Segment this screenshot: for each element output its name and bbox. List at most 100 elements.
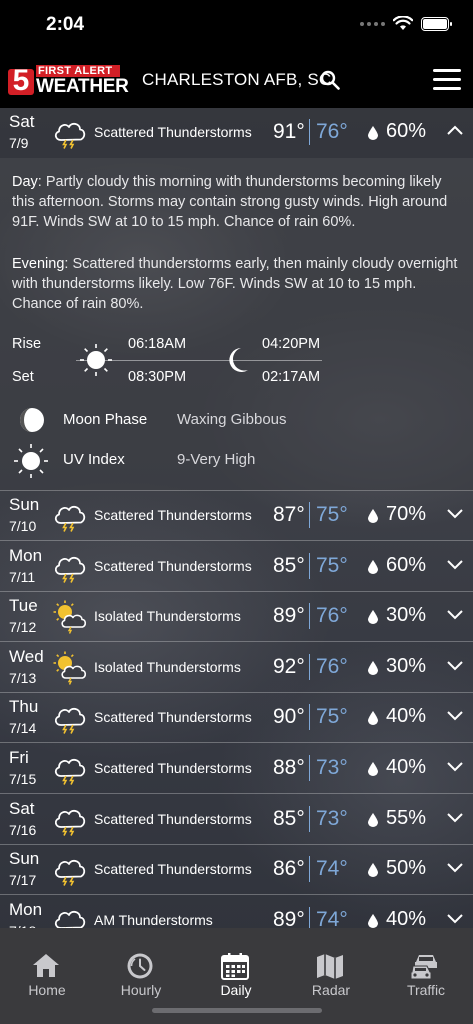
day-date: 7/11 xyxy=(9,568,36,585)
raindrop-icon xyxy=(368,126,378,140)
rain-chance: 60% xyxy=(386,120,427,142)
location-name[interactable]: CHARLESTON AFB, SC xyxy=(142,70,331,90)
day-description: Day: Partly cloudy this morning with thu… xyxy=(12,172,464,232)
evening-description: Evening: Scattered thunderstorms early, … xyxy=(12,254,464,314)
sun-cloud-lightning-icon xyxy=(53,651,87,685)
cloud-lightning-icon xyxy=(54,809,86,836)
day-name: Fri xyxy=(9,748,29,767)
temp-divider xyxy=(309,119,310,145)
wifi-icon xyxy=(393,16,413,30)
cloud-lightning-icon xyxy=(54,910,86,928)
forecast-row[interactable]: Wed 7/13 Isolated Thunderstorms 92° 76° 30% xyxy=(0,643,473,693)
chevron-up-icon[interactable] xyxy=(446,124,464,136)
low-temp: 76° xyxy=(316,654,348,678)
condition-text: Isolated Thunderstorms xyxy=(94,658,241,675)
day-name: Mon xyxy=(9,545,43,565)
tab-traffic[interactable]: Traffic xyxy=(379,928,473,1008)
raindrop-icon xyxy=(368,863,378,878)
forecast-row[interactable]: Sat 7/16 Scattered Thunderstorms 85° 73° 55% xyxy=(0,795,473,845)
home-indicator[interactable] xyxy=(152,1008,322,1013)
rain-chance: 70% xyxy=(386,503,427,525)
forecast-row[interactable]: Sun 7/10 Scattered Thunderstorms 87° 75° 70% xyxy=(0,491,473,541)
first-alert-weather-logo[interactable]: 5 FIRST ALERT WEATHER xyxy=(8,65,129,97)
forecast-row[interactable]: Thu 7/14 Scattered Thunderstorms 90° 75° 40% xyxy=(0,693,473,744)
low-temp: 73° xyxy=(316,756,348,779)
low-temp: 74° xyxy=(316,857,348,881)
forecast-row[interactable]: Mon7/18AM Thunderstorms89°74°40% xyxy=(0,896,473,928)
forecast-row[interactable]: Tue 7/12 Isolated Thunderstorms 89° 76° 30% xyxy=(0,592,473,643)
hamburger-menu-icon[interactable] xyxy=(433,69,461,91)
high-temp: 89° xyxy=(273,604,305,628)
clock-icon xyxy=(127,953,153,979)
rain-chance: 30% xyxy=(386,654,427,677)
forecast-row[interactable]: Fri 7/15 Scattered Thunderstorms 88° 73° 40% xyxy=(0,744,473,794)
day-name: Mon xyxy=(9,899,43,919)
forecast-row-expanded[interactable]: Sat 7/9 Scattered Thunderstorms 91° 76° … xyxy=(0,108,473,158)
forecast-row[interactable]: Mon 7/11 Scattered Thunderstorms 85° 75° 60% xyxy=(0,542,473,592)
rise-label: Rise xyxy=(12,336,42,352)
chevron-down-icon[interactable] xyxy=(446,811,464,823)
tab-home[interactable]: Home xyxy=(0,928,94,1008)
set-label: Set xyxy=(12,369,34,385)
temp-divider xyxy=(309,856,310,883)
raindrop-icon xyxy=(368,711,378,726)
tab-home-label: Home xyxy=(28,982,66,998)
day-name: Sun xyxy=(9,849,40,869)
sun-horizon-icon xyxy=(80,344,112,376)
tab-radar[interactable]: Radar xyxy=(284,928,378,1008)
chevron-down-icon[interactable] xyxy=(446,608,464,620)
high-temp: 85° xyxy=(273,553,305,577)
high-temp: 87° xyxy=(273,503,305,526)
low-temp: 76° xyxy=(316,604,348,628)
tab-daily[interactable]: Daily xyxy=(189,928,283,1008)
chevron-down-icon[interactable] xyxy=(446,659,464,671)
forecast-row[interactable]: Sun 7/17 Scattered Thunderstorms 86° 74° 50% xyxy=(0,845,473,896)
home-icon xyxy=(33,954,59,977)
rain-chance: 60% xyxy=(386,553,427,576)
day-name: Sun xyxy=(9,495,40,514)
temp-divider xyxy=(309,502,310,528)
chevron-down-icon[interactable] xyxy=(446,861,464,873)
tab-traffic-label: Traffic xyxy=(406,982,446,998)
rain-chance: 40% xyxy=(386,907,427,928)
day-text: : Partly cloudy this morning with thunde… xyxy=(12,174,448,230)
chevron-down-icon[interactable] xyxy=(446,912,464,924)
raindrop-icon xyxy=(368,509,378,523)
uv-sun-icon xyxy=(14,444,48,478)
high-temp: 92° xyxy=(273,654,305,678)
rain-chance: 40% xyxy=(386,705,427,728)
tab-hourly[interactable]: Hourly xyxy=(94,928,188,1008)
high-temp: 91° xyxy=(273,120,305,143)
search-icon[interactable] xyxy=(320,70,340,90)
rain-chance: 50% xyxy=(386,857,427,880)
chevron-down-icon[interactable] xyxy=(446,760,464,772)
moonrise-time: 04:20PM xyxy=(262,336,321,352)
condition-text: Scattered Thunderstorms xyxy=(94,861,252,878)
day-label: Day xyxy=(12,174,38,190)
cloud-lightning-icon xyxy=(54,122,86,149)
high-temp: 86° xyxy=(273,857,305,881)
cellular-signal-icon xyxy=(360,21,385,26)
battery-icon xyxy=(421,16,452,31)
rain-chance: 55% xyxy=(386,806,427,829)
condition-text: Scattered Thunderstorms xyxy=(94,557,252,574)
chevron-down-icon[interactable] xyxy=(446,507,464,519)
condition-text: Scattered Thunderstorms xyxy=(94,124,252,140)
moonset-time: 02:17AM xyxy=(262,369,321,385)
high-temp: 88° xyxy=(273,756,305,779)
temp-divider xyxy=(309,755,310,781)
chevron-down-icon[interactable] xyxy=(446,709,464,721)
condition-text: Isolated Thunderstorms xyxy=(94,608,241,625)
status-time: 2:04 xyxy=(46,14,85,35)
moon-phase-row: Moon Phase Waxing Gibbous xyxy=(0,402,473,438)
day-date: 7/17 xyxy=(9,872,37,889)
day-date: 7/15 xyxy=(9,771,37,787)
cloud-lightning-icon xyxy=(54,505,86,532)
daily-forecast-list[interactable]: Sat 7/9 Scattered Thunderstorms 91° 76° … xyxy=(0,108,473,928)
rain-chance: 30% xyxy=(386,604,427,627)
chevron-down-icon[interactable] xyxy=(446,558,464,570)
tab-hourly-label: Hourly xyxy=(120,982,162,998)
low-temp: 76° xyxy=(316,120,348,143)
sunrise-time: 06:18AM xyxy=(128,336,187,352)
condition-text: Scattered Thunderstorms xyxy=(94,507,252,523)
